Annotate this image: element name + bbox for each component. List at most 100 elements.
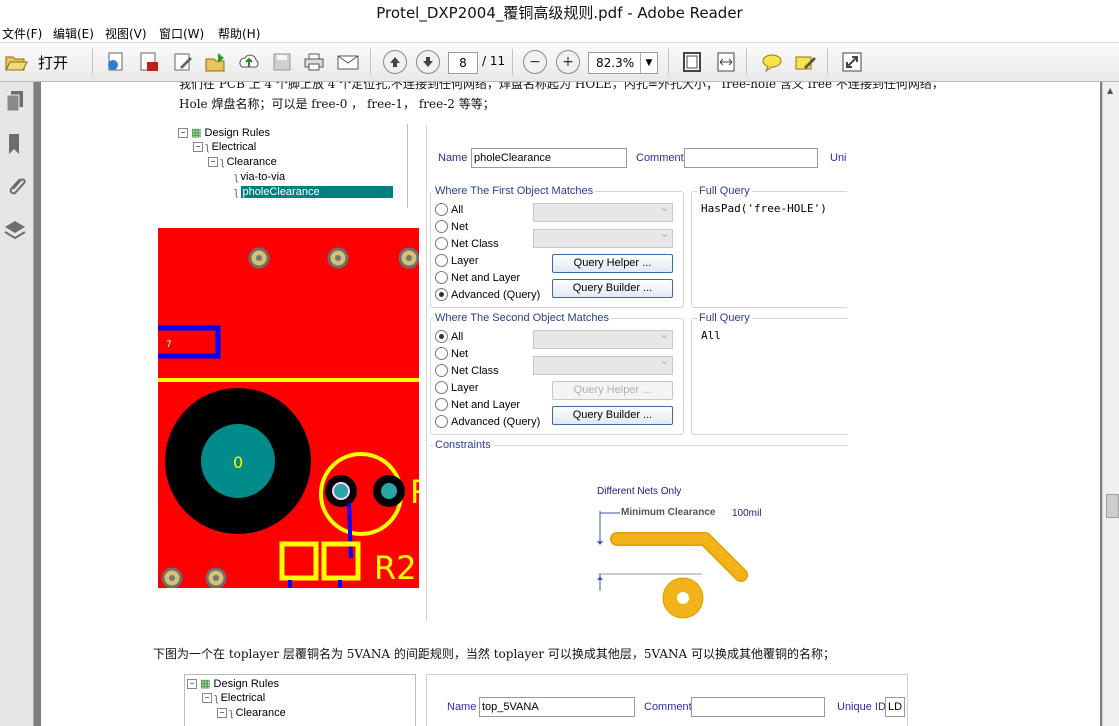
option-label: Net Class [451,238,499,250]
tree-item-design-rules[interactable]: − ▦ Design Rules [178,126,270,139]
rules-tree: − ▦ Design Rules − ʅ Electrical − ʅ Clea… [171,124,408,208]
tree-item-electrical[interactable]: − ʅ Electrical [202,692,265,704]
second-radio-net-class[interactable] [435,364,448,377]
full-query-label: Full Query [697,312,752,324]
sign-button[interactable] [793,50,817,74]
tree-item-pholeclearance[interactable]: ʅ pholeClearance [235,186,393,198]
rule-icon: ʅ [230,707,233,719]
open-button[interactable]: 打开 [4,50,74,74]
edit-button[interactable] [171,50,195,74]
option-label: All [451,204,464,216]
first-radio-advanced[interactable] [435,288,448,301]
second-radio-net[interactable] [435,347,448,360]
comment-icon [762,54,782,73]
option-label: Net and Layer [451,272,521,284]
print-button[interactable] [302,50,326,74]
tree-item-clearance[interactable]: − ʅ Clearance [208,156,277,168]
tree-item-via-to-via[interactable]: ʅ via-to-via [235,171,285,183]
vertical-scrollbar[interactable]: ▲ [1102,82,1119,726]
toolbar: 打开 8 / 11 − + 82.3% ▼ [0,43,1119,82]
fit-width-button[interactable] [714,50,738,74]
email-icon [337,55,359,70]
pcb-drawing: 0 R2 R 7 [158,247,419,588]
prev-page-button[interactable] [383,50,407,74]
rules-folder-icon: ▦ [191,127,202,139]
upload-button[interactable] [237,50,261,74]
attachments-panel-icon[interactable] [5,175,27,199]
option-label: Net and Layer [451,399,521,411]
zoom-in-button[interactable]: + [556,50,580,74]
first-query-helper-button[interactable]: Query Helper ... [552,254,673,273]
pages-panel-icon[interactable] [5,90,27,114]
expand-icon [842,52,862,72]
page-number-input[interactable]: 8 [448,52,478,74]
menu-help[interactable]: 帮助(H) [218,25,260,42]
fit-page-icon [683,52,701,72]
first-net-select[interactable] [533,201,673,222]
option-label: Net [451,221,469,233]
option-label: Layer [451,255,479,267]
upload-icon [239,54,259,68]
full-query-label: Full Query [697,185,752,197]
minimum-clearance-label: Minimum Clearance [621,507,716,518]
fit-page-button[interactable] [680,50,704,74]
first-radio-layer[interactable] [435,254,448,267]
name-label: Name [447,701,477,713]
pcb-label-0: 0 [233,453,243,472]
first-radio-net[interactable] [435,220,448,233]
option-label: Layer [451,382,479,394]
scrollbar-thumb[interactable] [1106,494,1119,518]
expand-button[interactable] [840,50,864,74]
comment-field[interactable] [684,148,818,168]
tree-item-electrical[interactable]: − ʅ Electrical [193,141,256,153]
menu-window[interactable]: 窗口(W) [159,25,204,42]
zoom-out-button[interactable]: − [523,50,547,74]
tree-item-design-rules[interactable]: − ▦ Design Rules [187,677,279,690]
second-radio-advanced[interactable] [435,415,448,428]
doc-paragraph-line: Hole 焊盘名称；可以是 free-0 ， free-1， free-2 等等… [179,97,495,111]
second-query-builder-button[interactable]: Query Builder ... [552,406,673,425]
rules-tree-2: − ▦ Design Rules − ʅ Electrical − ʅ Clea… [184,674,416,726]
create-pdf-button[interactable] [137,50,161,74]
layers-panel-icon[interactable] [3,218,27,242]
zoom-select[interactable]: 82.3% ▼ [588,52,658,74]
menu-view[interactable]: 视图(V) [105,25,147,42]
rule-icon: ʅ [215,692,218,704]
scroll-up-icon[interactable]: ▲ [1107,86,1113,95]
first-net-class-select[interactable] [533,227,673,248]
first-radio-net-class[interactable] [435,237,448,250]
comment-field[interactable] [691,697,825,717]
save-button[interactable] [270,50,294,74]
create-pdf-icon [140,52,158,71]
option-label: Net [451,348,469,360]
menu-file[interactable]: 文件(F) [2,25,42,42]
second-radio-layer[interactable] [435,381,448,394]
second-radio-net-and-layer[interactable] [435,398,448,411]
first-radio-all[interactable] [435,203,448,216]
prev-page-icon [390,57,400,67]
comment-button[interactable] [760,50,784,74]
rule-editor-panel-2: Name top_5VANA Comment Unique ID LD [426,674,908,726]
send-icon [205,53,225,72]
next-page-button[interactable] [416,50,440,74]
export-button[interactable] [104,50,128,74]
send-button[interactable] [203,50,227,74]
second-object-label: Where The Second Object Matches [433,312,612,324]
doc-paragraph: 下图为一个在 toplayer 层覆铜名为 5VANA 的间距规则，当然 top… [153,647,836,661]
tree-item-clearance[interactable]: − ʅ Clearance [217,707,286,719]
name-label: Name [438,152,468,164]
unique-id-field[interactable]: LD [885,697,905,717]
edit-icon [174,53,192,71]
rule-name-field[interactable]: pholeClearance [471,148,627,168]
second-query-helper-button[interactable]: Query Helper ... [552,381,673,400]
rule-name-field[interactable]: top_5VANA [479,697,635,717]
email-button[interactable] [336,50,360,74]
menu-edit[interactable]: 编辑(E) [53,25,94,42]
second-radio-all[interactable] [435,330,448,343]
next-page-icon [423,57,433,67]
bookmarks-panel-icon[interactable] [5,132,27,156]
first-radio-net-and-layer[interactable] [435,271,448,284]
first-query-builder-button[interactable]: Query Builder ... [552,279,673,298]
second-net-class-select[interactable] [533,354,673,375]
second-net-select[interactable] [533,328,673,349]
